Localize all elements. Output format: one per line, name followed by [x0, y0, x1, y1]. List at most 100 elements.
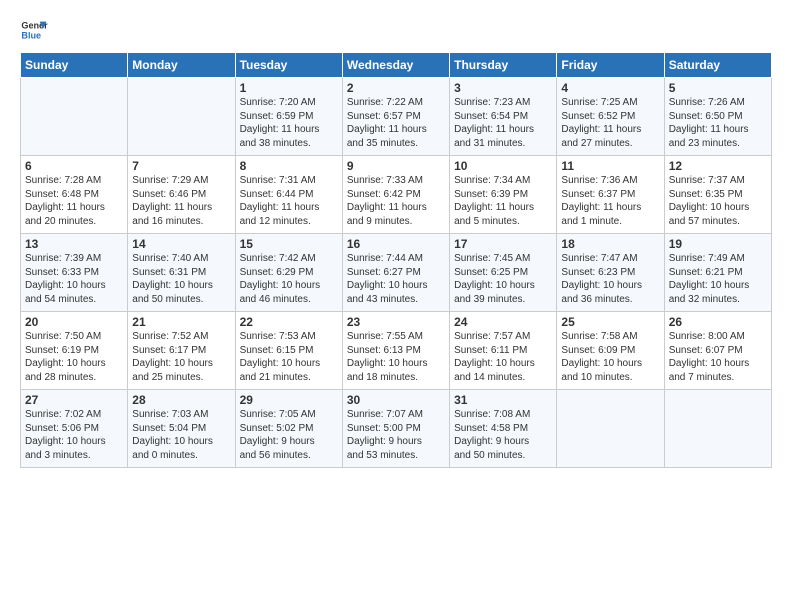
calendar-table: SundayMondayTuesdayWednesdayThursdayFrid…	[20, 52, 772, 468]
cell-line: Sunrise: 7:44 AM	[347, 252, 445, 266]
cell-content: Sunrise: 7:47 AMSunset: 6:23 PMDaylight:…	[561, 252, 659, 306]
calendar-cell: 16Sunrise: 7:44 AMSunset: 6:27 PMDayligh…	[342, 234, 449, 312]
day-number: 14	[132, 237, 230, 251]
cell-line: Daylight: 10 hours	[25, 357, 123, 371]
cell-line: and 9 minutes.	[347, 215, 445, 229]
cell-content: Sunrise: 7:42 AMSunset: 6:29 PMDaylight:…	[240, 252, 338, 306]
cell-line: and 57 minutes.	[669, 215, 767, 229]
cell-line: Sunset: 6:23 PM	[561, 266, 659, 280]
day-number: 21	[132, 315, 230, 329]
cell-content: Sunrise: 7:53 AMSunset: 6:15 PMDaylight:…	[240, 330, 338, 384]
cell-content: Sunrise: 7:02 AMSunset: 5:06 PMDaylight:…	[25, 408, 123, 462]
calendar-cell: 1Sunrise: 7:20 AMSunset: 6:59 PMDaylight…	[235, 78, 342, 156]
cell-line: Sunrise: 7:07 AM	[347, 408, 445, 422]
day-number: 4	[561, 81, 659, 95]
cell-line: Sunset: 6:13 PM	[347, 344, 445, 358]
day-number: 24	[454, 315, 552, 329]
day-number: 1	[240, 81, 338, 95]
cell-line: Sunrise: 7:29 AM	[132, 174, 230, 188]
cell-content: Sunrise: 7:45 AMSunset: 6:25 PMDaylight:…	[454, 252, 552, 306]
cell-line: Sunrise: 7:05 AM	[240, 408, 338, 422]
cell-line: Sunset: 5:02 PM	[240, 422, 338, 436]
cell-line: Sunset: 6:31 PM	[132, 266, 230, 280]
calendar-week-row: 27Sunrise: 7:02 AMSunset: 5:06 PMDayligh…	[21, 390, 772, 468]
calendar-cell: 30Sunrise: 7:07 AMSunset: 5:00 PMDayligh…	[342, 390, 449, 468]
calendar-cell: 12Sunrise: 7:37 AMSunset: 6:35 PMDayligh…	[664, 156, 771, 234]
cell-line: Sunrise: 7:02 AM	[25, 408, 123, 422]
cell-line: Sunrise: 7:58 AM	[561, 330, 659, 344]
day-number: 26	[669, 315, 767, 329]
cell-line: and 27 minutes.	[561, 137, 659, 151]
cell-line: and 32 minutes.	[669, 293, 767, 307]
day-of-week-header: Wednesday	[342, 53, 449, 78]
calendar-cell: 11Sunrise: 7:36 AMSunset: 6:37 PMDayligh…	[557, 156, 664, 234]
cell-line: Sunrise: 7:34 AM	[454, 174, 552, 188]
calendar-cell: 4Sunrise: 7:25 AMSunset: 6:52 PMDaylight…	[557, 78, 664, 156]
cell-line: Sunset: 5:00 PM	[347, 422, 445, 436]
cell-line: Daylight: 10 hours	[132, 279, 230, 293]
cell-line: Sunset: 6:57 PM	[347, 110, 445, 124]
cell-line: Daylight: 10 hours	[347, 279, 445, 293]
cell-line: Sunrise: 7:23 AM	[454, 96, 552, 110]
cell-line: Daylight: 9 hours	[240, 435, 338, 449]
day-number: 8	[240, 159, 338, 173]
cell-line: Sunset: 6:37 PM	[561, 188, 659, 202]
cell-content: Sunrise: 7:49 AMSunset: 6:21 PMDaylight:…	[669, 252, 767, 306]
calendar-cell: 18Sunrise: 7:47 AMSunset: 6:23 PMDayligh…	[557, 234, 664, 312]
day-number: 30	[347, 393, 445, 407]
calendar-cell: 9Sunrise: 7:33 AMSunset: 6:42 PMDaylight…	[342, 156, 449, 234]
logo-icon: General Blue	[20, 16, 48, 44]
cell-line: Sunset: 4:58 PM	[454, 422, 552, 436]
cell-line: Daylight: 10 hours	[669, 279, 767, 293]
calendar-cell: 20Sunrise: 7:50 AMSunset: 6:19 PMDayligh…	[21, 312, 128, 390]
cell-line: Sunrise: 7:42 AM	[240, 252, 338, 266]
calendar-cell: 23Sunrise: 7:55 AMSunset: 6:13 PMDayligh…	[342, 312, 449, 390]
cell-content: Sunrise: 7:34 AMSunset: 6:39 PMDaylight:…	[454, 174, 552, 228]
cell-content: Sunrise: 7:28 AMSunset: 6:48 PMDaylight:…	[25, 174, 123, 228]
cell-line: Daylight: 11 hours	[454, 201, 552, 215]
cell-line: and 39 minutes.	[454, 293, 552, 307]
cell-line: Daylight: 11 hours	[347, 201, 445, 215]
cell-line: and 14 minutes.	[454, 371, 552, 385]
cell-line: Sunset: 6:11 PM	[454, 344, 552, 358]
day-number: 29	[240, 393, 338, 407]
cell-content: Sunrise: 7:05 AMSunset: 5:02 PMDaylight:…	[240, 408, 338, 462]
calendar-cell: 17Sunrise: 7:45 AMSunset: 6:25 PMDayligh…	[450, 234, 557, 312]
cell-line: and 43 minutes.	[347, 293, 445, 307]
calendar-cell: 24Sunrise: 7:57 AMSunset: 6:11 PMDayligh…	[450, 312, 557, 390]
cell-line: and 0 minutes.	[132, 449, 230, 463]
cell-line: Sunset: 5:04 PM	[132, 422, 230, 436]
cell-line: and 31 minutes.	[454, 137, 552, 151]
cell-line: Sunrise: 7:40 AM	[132, 252, 230, 266]
cell-content: Sunrise: 7:33 AMSunset: 6:42 PMDaylight:…	[347, 174, 445, 228]
cell-line: and 54 minutes.	[25, 293, 123, 307]
cell-line: Sunset: 6:27 PM	[347, 266, 445, 280]
cell-content: Sunrise: 7:55 AMSunset: 6:13 PMDaylight:…	[347, 330, 445, 384]
cell-line: Sunrise: 7:50 AM	[25, 330, 123, 344]
cell-content: Sunrise: 7:52 AMSunset: 6:17 PMDaylight:…	[132, 330, 230, 384]
cell-line: Sunset: 5:06 PM	[25, 422, 123, 436]
cell-line: Sunrise: 7:36 AM	[561, 174, 659, 188]
cell-line: Sunrise: 7:20 AM	[240, 96, 338, 110]
calendar-cell: 15Sunrise: 7:42 AMSunset: 6:29 PMDayligh…	[235, 234, 342, 312]
cell-content: Sunrise: 7:25 AMSunset: 6:52 PMDaylight:…	[561, 96, 659, 150]
day-number: 2	[347, 81, 445, 95]
calendar-cell: 28Sunrise: 7:03 AMSunset: 5:04 PMDayligh…	[128, 390, 235, 468]
cell-line: and 3 minutes.	[25, 449, 123, 463]
cell-content: Sunrise: 7:26 AMSunset: 6:50 PMDaylight:…	[669, 96, 767, 150]
cell-line: Daylight: 11 hours	[25, 201, 123, 215]
cell-line: Daylight: 10 hours	[454, 279, 552, 293]
svg-text:Blue: Blue	[21, 30, 41, 40]
cell-line: Daylight: 11 hours	[347, 123, 445, 137]
cell-line: Sunrise: 7:08 AM	[454, 408, 552, 422]
cell-line: Daylight: 10 hours	[240, 357, 338, 371]
cell-line: and 23 minutes.	[669, 137, 767, 151]
cell-line: and 5 minutes.	[454, 215, 552, 229]
cell-line: Sunrise: 7:49 AM	[669, 252, 767, 266]
cell-line: Daylight: 10 hours	[561, 357, 659, 371]
cell-line: and 12 minutes.	[240, 215, 338, 229]
calendar-week-row: 1Sunrise: 7:20 AMSunset: 6:59 PMDaylight…	[21, 78, 772, 156]
cell-line: Daylight: 10 hours	[240, 279, 338, 293]
cell-line: Daylight: 11 hours	[669, 123, 767, 137]
calendar-cell: 27Sunrise: 7:02 AMSunset: 5:06 PMDayligh…	[21, 390, 128, 468]
